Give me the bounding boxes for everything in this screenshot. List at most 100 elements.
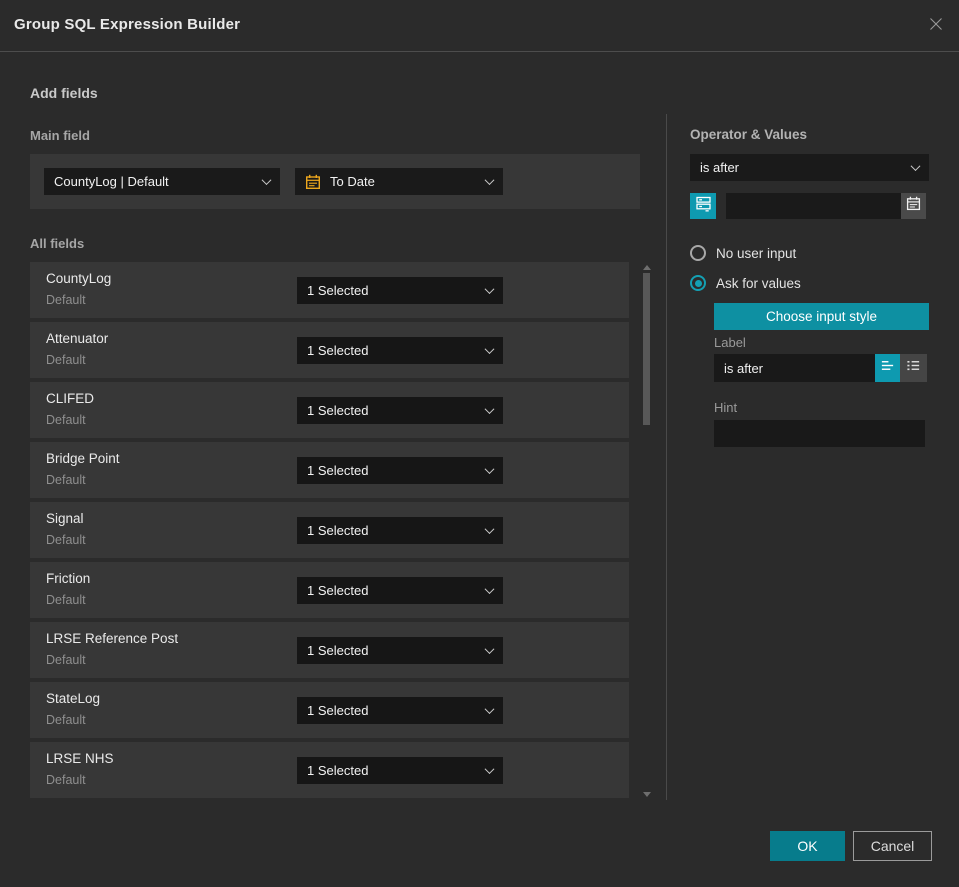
field-type: Default [46, 353, 86, 367]
field-selection-dropdown[interactable]: 1 Selected [297, 637, 503, 664]
field-selection-value: 1 Selected [307, 463, 369, 478]
chevron-down-icon [484, 175, 495, 186]
add-fields-heading: Add fields [30, 85, 98, 101]
calendar-icon [305, 174, 321, 190]
field-type: Default [46, 473, 86, 487]
scrollbar-thumb[interactable] [643, 273, 650, 425]
field-type: Default [46, 533, 86, 547]
main-field-label: Main field [30, 128, 90, 143]
field-selection-dropdown[interactable]: 1 Selected [297, 457, 503, 484]
main-field-select-value: CountyLog | Default [54, 174, 169, 189]
field-name: CountyLog [46, 271, 112, 286]
vertical-divider [666, 114, 667, 800]
field-row: Bridge Point Default 1 Selected [30, 442, 629, 498]
field-selection-dropdown[interactable]: 1 Selected [297, 697, 503, 724]
label-input[interactable] [714, 354, 875, 382]
field-selection-dropdown[interactable]: 1 Selected [297, 397, 503, 424]
chevron-down-icon [484, 524, 495, 535]
field-type: Default [46, 293, 86, 307]
set-from-field-button[interactable] [690, 193, 716, 219]
radio-no-user-input[interactable]: No user input [690, 245, 796, 261]
main-field-date-type-select[interactable]: To Date [295, 168, 503, 195]
field-selection-value: 1 Selected [307, 283, 369, 298]
field-row: Friction Default 1 Selected [30, 562, 629, 618]
chevron-down-icon [484, 404, 495, 415]
chevron-down-icon [484, 284, 495, 295]
chevron-down-icon [910, 161, 921, 172]
ok-button[interactable]: OK [770, 831, 845, 861]
hint-input[interactable] [714, 420, 925, 447]
field-selection-value: 1 Selected [307, 343, 369, 358]
field-name: Friction [46, 571, 91, 586]
field-selection-value: 1 Selected [307, 583, 369, 598]
field-row: StateLog Default 1 Selected [30, 682, 629, 738]
operator-select[interactable]: is after [690, 154, 929, 181]
field-name: StateLog [46, 691, 101, 706]
main-field-select[interactable]: CountyLog | Default [44, 168, 280, 195]
field-name: CLIFED [46, 391, 95, 406]
field-selection-value: 1 Selected [307, 763, 369, 778]
field-row: LRSE NHS Default 1 Selected [30, 742, 629, 798]
chevron-down-icon [484, 464, 495, 475]
field-selection-dropdown[interactable]: 1 Selected [297, 757, 503, 784]
stacked-input-rows-icon [695, 195, 712, 217]
field-row: CLIFED Default 1 Selected [30, 382, 629, 438]
dialog-titlebar: Group SQL Expression Builder [0, 0, 959, 52]
calendar-icon [906, 196, 921, 216]
main-field-box: CountyLog | Default To Date [30, 154, 640, 209]
value-input[interactable] [726, 193, 901, 219]
field-selection-dropdown[interactable]: 1 Selected [297, 577, 503, 604]
all-fields-list: CountyLog Default 1 Selected Attenuator … [30, 262, 629, 802]
chevron-down-icon [484, 344, 495, 355]
field-name: LRSE NHS [46, 751, 114, 766]
close-button[interactable] [925, 15, 947, 37]
radio-circle-icon [690, 245, 706, 261]
field-name: Bridge Point [46, 451, 120, 466]
field-row: Signal Default 1 Selected [30, 502, 629, 558]
field-type: Default [46, 713, 86, 727]
input-style-text-button[interactable] [875, 354, 900, 382]
field-type: Default [46, 653, 86, 667]
field-name: LRSE Reference Post [46, 631, 179, 646]
field-selection-value: 1 Selected [307, 403, 369, 418]
align-left-lines-icon [880, 358, 895, 378]
input-style-list-button[interactable] [900, 354, 927, 382]
field-type: Default [46, 593, 86, 607]
field-row: LRSE Reference Post Default 1 Selected [30, 622, 629, 678]
radio-no-user-input-label: No user input [716, 245, 797, 261]
scrollbar-up-arrow-icon[interactable] [643, 265, 651, 270]
radio-ask-for-values[interactable]: Ask for values [690, 275, 801, 291]
field-selection-value: 1 Selected [307, 523, 369, 538]
field-selection-dropdown[interactable]: 1 Selected [297, 517, 503, 544]
main-field-date-type-value: To Date [330, 174, 375, 189]
radio-ask-for-values-label: Ask for values [716, 275, 801, 291]
radio-circle-icon [690, 275, 706, 291]
cancel-button[interactable]: Cancel [853, 831, 932, 861]
field-row: CountyLog Default 1 Selected [30, 262, 629, 318]
chevron-down-icon [261, 175, 272, 186]
all-fields-label: All fields [30, 236, 85, 251]
field-type: Default [46, 413, 86, 427]
chevron-down-icon [484, 644, 495, 655]
chevron-down-icon [484, 764, 495, 775]
hint-caption: Hint [714, 400, 738, 415]
field-row: Attenuator Default 1 Selected [30, 322, 629, 378]
operator-select-value: is after [700, 160, 740, 175]
choose-input-style-button[interactable]: Choose input style [714, 303, 929, 330]
date-picker-button[interactable] [901, 193, 926, 219]
bulleted-list-icon [906, 358, 921, 378]
field-type: Default [46, 773, 86, 787]
scrollbar-down-arrow-icon[interactable] [643, 792, 651, 797]
chevron-down-icon [484, 584, 495, 595]
field-selection-dropdown[interactable]: 1 Selected [297, 277, 503, 304]
field-name: Attenuator [46, 331, 109, 346]
close-icon [928, 16, 944, 37]
chevron-down-icon [484, 704, 495, 715]
dialog-title: Group SQL Expression Builder [14, 16, 241, 33]
operator-values-heading: Operator & Values [690, 127, 808, 142]
field-name: Signal [46, 511, 84, 526]
field-selection-value: 1 Selected [307, 643, 369, 658]
label-caption: Label [714, 335, 746, 350]
field-selection-dropdown[interactable]: 1 Selected [297, 337, 503, 364]
field-selection-value: 1 Selected [307, 703, 369, 718]
